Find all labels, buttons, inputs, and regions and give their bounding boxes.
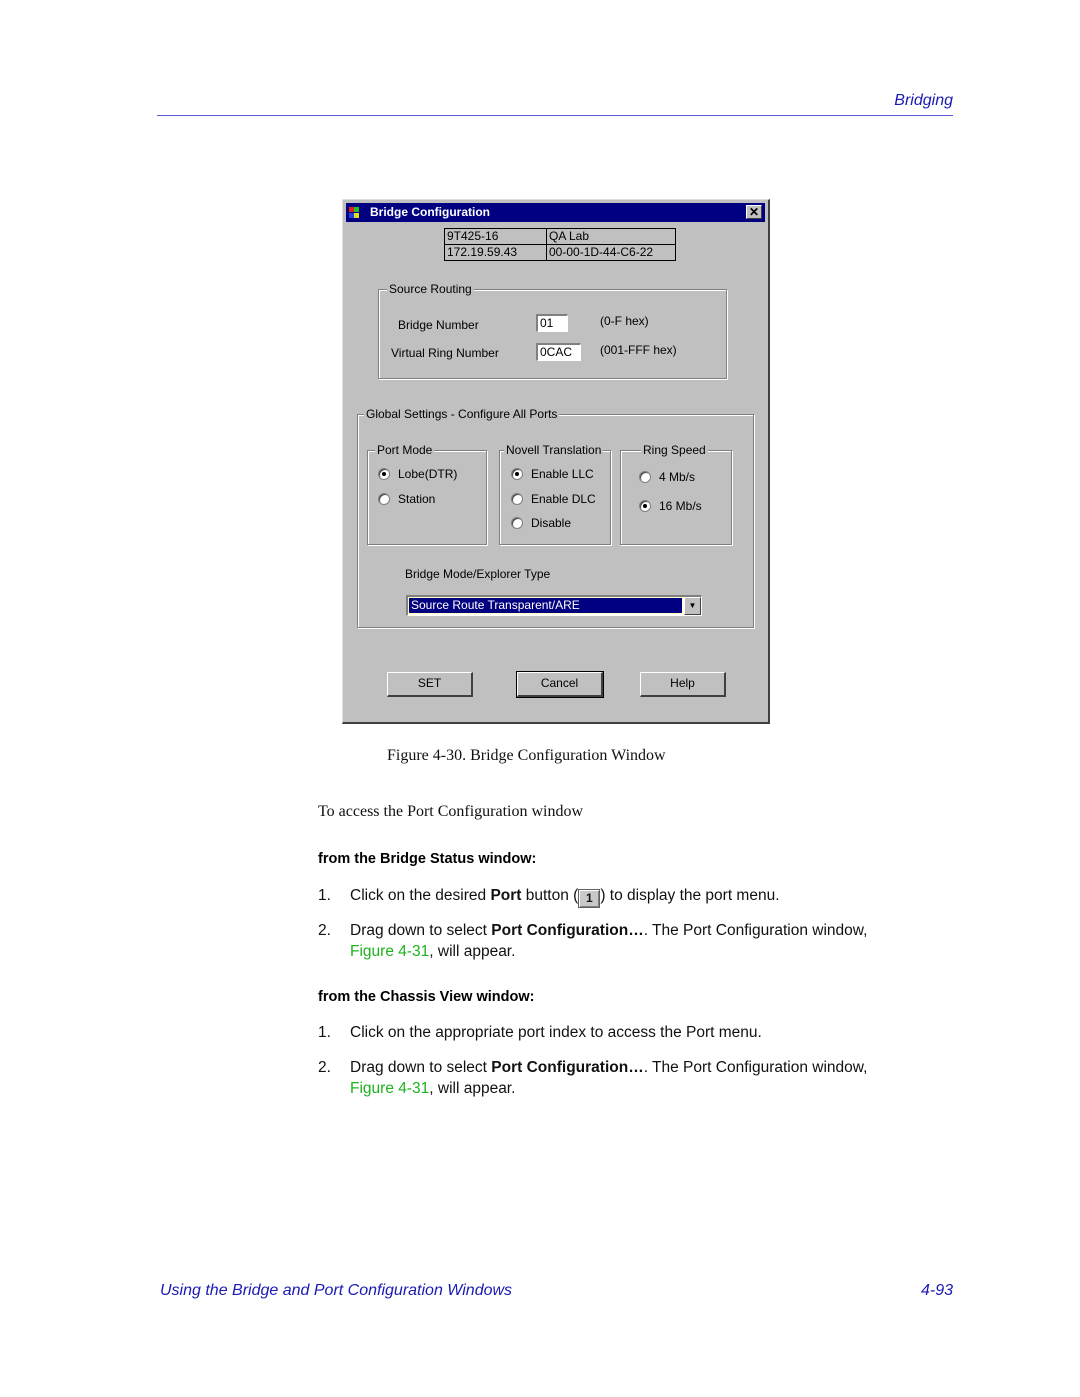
help-button[interactable]: Help [640,672,726,697]
mac-address: 00-00-1D-44-C6-22 [546,244,676,261]
global-settings-label: Global Settings - Configure All Ports [364,407,560,421]
novell-translation-group: Novell Translation Enable LLC Enable DLC… [499,443,611,545]
radio-unselected-icon [639,471,651,483]
device-info-table: 9T425-16 QA Lab 172.19.59.43 00-00-1D-44… [444,228,676,261]
ring-speed-group: Ring Speed 4 Mb/s 16 Mb/s [620,443,732,545]
source-routing-group: Source Routing Bridge Number 01 (0-F hex… [378,282,727,379]
radio-selected-icon [511,468,523,480]
radio-lobe-dtr[interactable]: Lobe(DTR) [378,467,457,481]
port-mode-label: Port Mode [375,443,435,457]
app-icon [349,207,365,218]
radio-unselected-icon [378,493,390,505]
list-item: 2. Drag down to select Port Configuration… [318,922,868,960]
ip-address: 172.19.59.43 [444,244,547,261]
title-bar[interactable]: Bridge Configuration ✕ [346,203,765,222]
radio-unselected-icon [511,517,523,529]
ring-number-input[interactable]: 0CAC [536,343,581,361]
figure-link[interactable]: Figure 4-31 [350,1080,429,1097]
section-heading-bridge-status: from the Bridge Status window: [318,851,537,867]
bridge-number-input[interactable]: 01 [536,314,568,332]
port-button-icon: 1 [578,889,601,908]
intro-paragraph: To access the Port Configuration window [318,803,584,820]
bridge-number-label: Bridge Number [398,318,479,332]
radio-unselected-icon [511,493,523,505]
device-location: QA Lab [546,228,676,245]
ring-speed-label: Ring Speed [641,443,708,457]
bridge-mode-select[interactable]: Source Route Transparent/ARE ▼ [406,595,702,616]
radio-enable-llc[interactable]: Enable LLC [511,467,594,481]
bridge-number-hint: (0-F hex) [600,314,649,328]
bridge-mode-label: Bridge Mode/Explorer Type [405,567,551,581]
chevron-down-icon[interactable]: ▼ [684,597,701,615]
bridge-configuration-window: Bridge Configuration ✕ 9T425-16 QA Lab 1… [342,199,770,724]
list-item: 2. Drag down to select Port Configuration… [318,1059,868,1097]
radio-selected-icon [639,500,651,512]
close-icon[interactable]: ✕ [746,205,762,219]
running-header-title: Bridging [894,92,953,109]
radio-4mbps[interactable]: 4 Mb/s [639,470,695,484]
source-routing-label: Source Routing [387,282,474,296]
list-item: 1. Click on the appropriate port index to… [318,1024,762,1041]
set-button[interactable]: SET [387,672,473,697]
section-heading-chassis-view: from the Chassis View window: [318,989,535,1005]
radio-selected-icon [378,468,390,480]
header-rule [157,115,953,116]
footer-page-number: 4-93 [920,1282,953,1299]
radio-enable-dlc[interactable]: Enable DLC [511,492,596,506]
device-name: 9T425-16 [444,228,547,245]
window-title: Bridge Configuration [370,205,490,219]
port-mode-group: Port Mode Lobe(DTR) Station [367,443,487,545]
cancel-button[interactable]: Cancel [516,671,604,698]
novell-translation-label: Novell Translation [504,443,604,457]
radio-disable[interactable]: Disable [511,516,571,530]
footer-chapter-title: Using the Bridge and Port Configuration … [160,1282,513,1299]
radio-16mbps[interactable]: 16 Mb/s [639,499,702,513]
bridge-mode-value: Source Route Transparent/ARE [408,597,683,614]
ring-number-label: Virtual Ring Number [391,346,499,360]
figure-caption: Figure 4-30. Bridge Configuration Window [387,747,666,764]
radio-station[interactable]: Station [378,492,435,506]
figure-link[interactable]: Figure 4-31 [350,943,429,960]
ring-number-hint: (001-FFF hex) [600,343,677,357]
list-item: 1. Click on the desired Port button (1) t… [318,885,958,908]
